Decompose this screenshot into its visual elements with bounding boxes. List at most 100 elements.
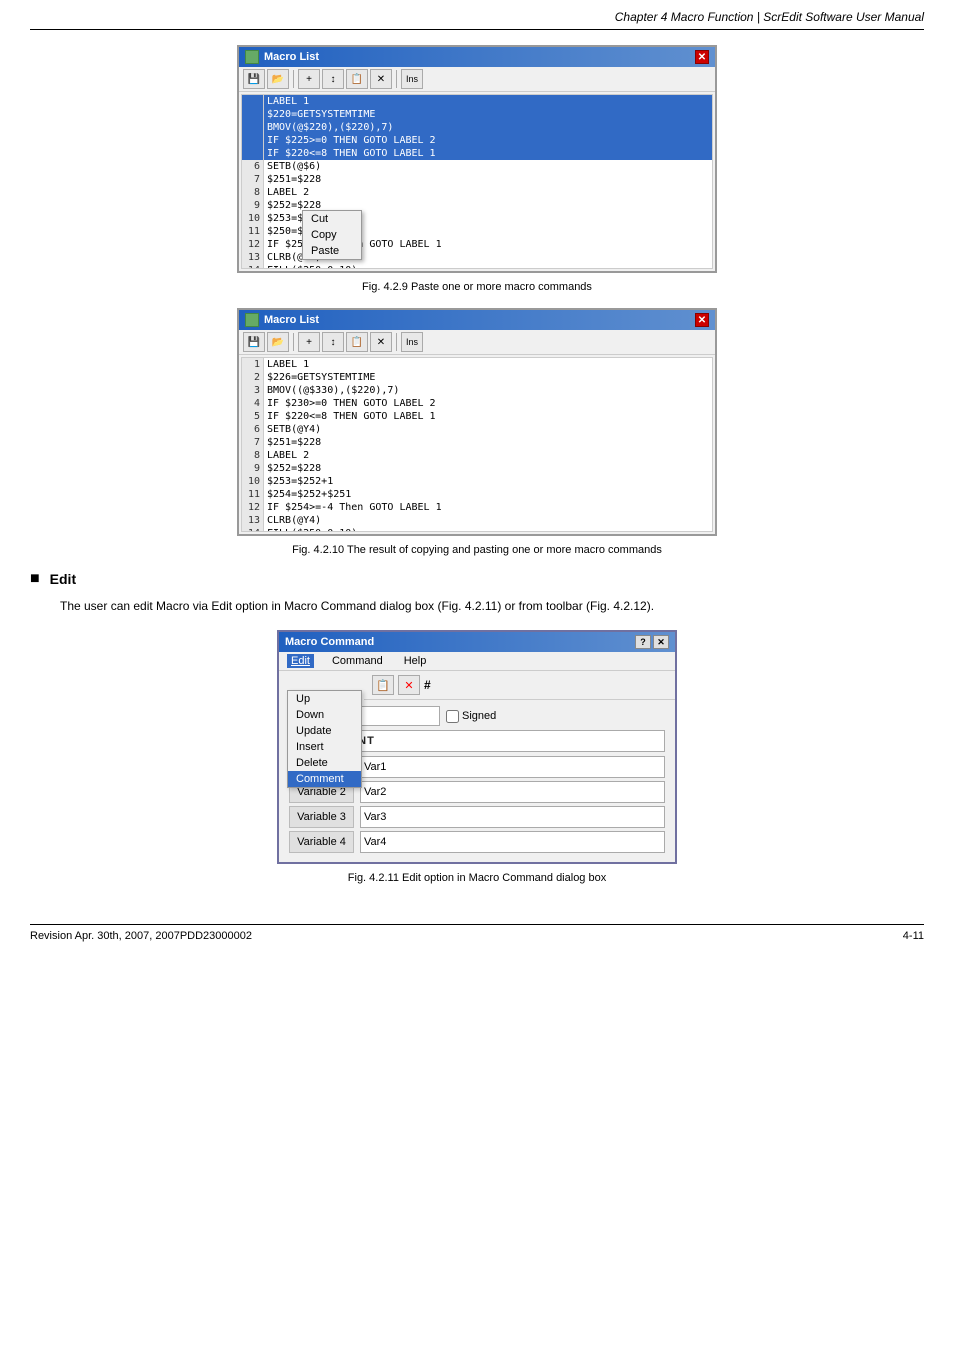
tb2-ins[interactable]: Ins xyxy=(401,332,423,352)
macro-line[interactable]: BMOV(@$220),($220),7) xyxy=(242,121,712,134)
line-code: $251=$228 xyxy=(264,436,712,449)
tb-move[interactable]: ↕ xyxy=(322,69,344,89)
word-input[interactable] xyxy=(360,706,440,726)
signed-checkbox[interactable] xyxy=(446,710,459,723)
dd-comment[interactable]: Comment xyxy=(288,771,361,787)
line-number xyxy=(242,95,264,108)
section-title: Edit xyxy=(50,571,76,587)
help-button[interactable]: ? xyxy=(635,635,651,649)
var-label: Variable 4 xyxy=(289,831,354,853)
macro-list-content-2: 1LABEL 12$226=GETSYSTEMTIME3BMOV((@$330)… xyxy=(241,357,713,532)
context-cut[interactable]: Cut xyxy=(303,211,361,227)
var-input[interactable] xyxy=(360,806,665,828)
close-button-1[interactable]: ✕ xyxy=(695,50,709,64)
window-icon-2 xyxy=(245,313,259,327)
tb2-delete[interactable]: ✕ xyxy=(370,332,392,352)
macro-line[interactable]: 2$226=GETSYSTEMTIME xyxy=(242,371,712,384)
macro-line[interactable]: 3BMOV((@$330),($220),7) xyxy=(242,384,712,397)
line-number: 1 xyxy=(242,358,264,371)
line-code: LABEL 2 xyxy=(264,186,712,199)
section-bullet: ■ xyxy=(30,571,40,587)
close-button-2[interactable]: ✕ xyxy=(695,313,709,327)
var-input[interactable] xyxy=(360,781,665,803)
tb-open[interactable]: 📂 xyxy=(267,69,289,89)
macro-line[interactable]: 8LABEL 2 xyxy=(242,186,712,199)
line-number: 3 xyxy=(242,384,264,397)
context-copy[interactable]: Copy xyxy=(303,227,361,243)
line-number: 8 xyxy=(242,186,264,199)
macro-line[interactable]: 10$253=$252+1 xyxy=(242,475,712,488)
tb-ins[interactable]: Ins xyxy=(401,69,423,89)
section-body: The user can edit Macro via Edit option … xyxy=(60,597,924,615)
context-menu-1: Cut Copy Paste xyxy=(302,210,362,260)
tb2-save[interactable]: 💾 xyxy=(243,332,265,352)
dd-down[interactable]: Down xyxy=(288,707,361,723)
macro-line[interactable]: 6SETB(@$6) xyxy=(242,160,712,173)
macro-line[interactable]: 14FILL($250,0,10) xyxy=(242,527,712,532)
macro-line[interactable]: 12IF $254>=-4 Then GOTO LABEL 1 xyxy=(242,501,712,514)
fig-caption-2: Fig. 4.2.10 The result of copying and pa… xyxy=(30,544,924,556)
tb2-copy[interactable]: 📋 xyxy=(346,332,368,352)
macro-line[interactable]: 13CLRB(@Y4) xyxy=(242,514,712,527)
window-title-2: Macro List xyxy=(264,314,319,326)
close-button-3[interactable]: ✕ xyxy=(653,635,669,649)
line-code: CLRB(@Y4) xyxy=(264,514,712,527)
macro-line[interactable]: 9$252=$228 xyxy=(242,462,712,475)
line-code: IF $230>=0 THEN GOTO LABEL 2 xyxy=(264,397,712,410)
dd-insert[interactable]: Insert xyxy=(288,739,361,755)
macro-line[interactable]: LABEL 1 xyxy=(242,95,712,108)
tb-add[interactable]: + xyxy=(298,69,320,89)
menu-edit[interactable]: Edit xyxy=(287,654,314,668)
macro-line[interactable]: 7$251=$228 xyxy=(242,436,712,449)
dd-up[interactable]: Up xyxy=(288,691,361,707)
macro-line[interactable]: IF $225>=0 THEN GOTO LABEL 2 xyxy=(242,134,712,147)
line-code: IF $254>=-4 Then GOTO LABEL 1 xyxy=(264,501,712,514)
toolbar-1: 💾 📂 + ↕ 📋 ✕ Ins xyxy=(239,67,715,92)
signed-label: Signed xyxy=(446,710,496,723)
line-number: 8 xyxy=(242,449,264,462)
dd-update[interactable]: Update xyxy=(288,723,361,739)
macro-line[interactable]: 4IF $230>=0 THEN GOTO LABEL 2 xyxy=(242,397,712,410)
macro-line[interactable]: 7$251=$228 xyxy=(242,173,712,186)
macro-line[interactable]: 1LABEL 1 xyxy=(242,358,712,371)
line-number: 11 xyxy=(242,225,264,238)
toolbar-2: 💾 📂 + ↕ 📋 ✕ Ins xyxy=(239,330,715,355)
line-number: 12 xyxy=(242,238,264,251)
tb-copy[interactable]: 📋 xyxy=(346,69,368,89)
var-input[interactable] xyxy=(360,831,665,853)
macro-cmd-title: Macro Command xyxy=(285,636,374,648)
tb2-open[interactable]: 📂 xyxy=(267,332,289,352)
window-titlebar-1: Macro List ✕ xyxy=(239,47,715,67)
tb-delete[interactable]: ✕ xyxy=(370,69,392,89)
macro-line[interactable]: $220=GETSYSTEMTIME xyxy=(242,108,712,121)
line-number xyxy=(242,108,264,121)
dd-delete[interactable]: Delete xyxy=(288,755,361,771)
macro-list-content-1: LABEL 1$220=GETSYSTEMTIMEBMOV(@$220),($2… xyxy=(241,94,713,269)
macro-line[interactable]: 6SETB(@Y4) xyxy=(242,423,712,436)
macro-cmd-menubar: Edit Command Help xyxy=(279,652,675,671)
tb-save[interactable]: 💾 xyxy=(243,69,265,89)
menu-help[interactable]: Help xyxy=(401,654,430,668)
tb2-add[interactable]: + xyxy=(298,332,320,352)
macro-list-window-2: Macro List ✕ 💾 📂 + ↕ 📋 ✕ Ins 1LABEL 12$2… xyxy=(237,308,717,536)
macro-line[interactable]: 14FILL($250,0,10) xyxy=(242,264,712,269)
macro-line[interactable]: 5IF $220<=8 THEN GOTO LABEL 1 xyxy=(242,410,712,423)
var-row: Variable 4 xyxy=(289,831,665,853)
var-input[interactable] xyxy=(360,756,665,778)
mc-tb-copy[interactable]: 📋 xyxy=(372,675,394,695)
line-code: LABEL 1 xyxy=(264,95,712,108)
footer-left: Revision Apr. 30th, 2007, 2007PDD2300000… xyxy=(30,930,252,942)
line-code: FILL($250,0,10) xyxy=(264,527,712,532)
menu-command[interactable]: Command xyxy=(329,654,386,668)
line-code: IF $220<=8 THEN GOTO LABEL 1 xyxy=(264,410,712,423)
context-paste[interactable]: Paste xyxy=(303,243,361,259)
line-code: SETB(@Y4) xyxy=(264,423,712,436)
tb2-move[interactable]: ↕ xyxy=(322,332,344,352)
signed-text: Signed xyxy=(462,710,496,722)
macro-line[interactable]: IF $220<=8 THEN GOTO LABEL 1 xyxy=(242,147,712,160)
macro-line[interactable]: 11$254=$252+$251 xyxy=(242,488,712,501)
window-title-1: Macro List xyxy=(264,51,319,63)
line-number xyxy=(242,147,264,160)
macro-line[interactable]: 8LABEL 2 xyxy=(242,449,712,462)
mc-tb-delete[interactable]: ✕ xyxy=(398,675,420,695)
